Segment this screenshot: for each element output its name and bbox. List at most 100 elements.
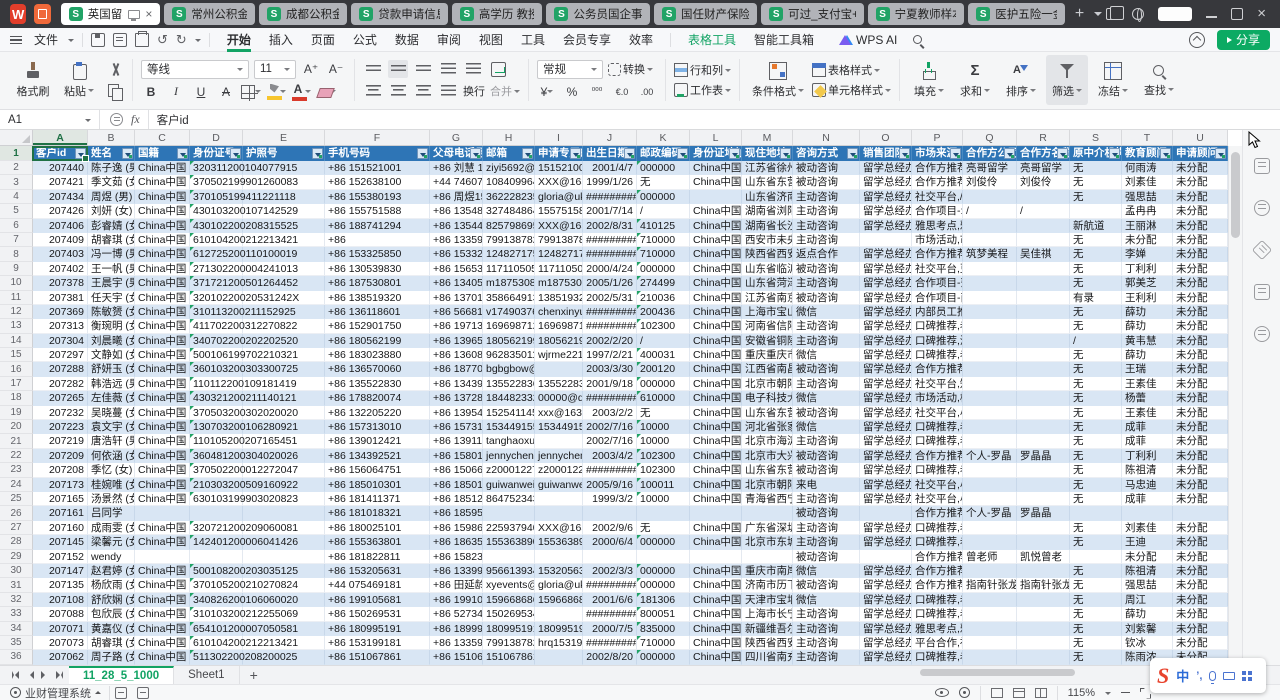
cell[interactable]: 100011 <box>637 478 690 492</box>
save-icon[interactable] <box>91 33 105 47</box>
cell[interactable]: +86 155363801 <box>325 535 430 549</box>
cell[interactable]: 207160 <box>33 521 88 535</box>
cell[interactable] <box>535 650 583 664</box>
cell[interactable]: China中国 <box>135 291 190 305</box>
cell[interactable]: 北京市海淀 <box>742 434 793 448</box>
cell[interactable]: / <box>637 204 690 218</box>
cell[interactable]: China中国 <box>690 650 742 664</box>
cell[interactable] <box>483 550 535 564</box>
cell[interactable]: 王利利 <box>1122 291 1173 305</box>
cell[interactable]: 无 <box>1070 521 1122 535</box>
cell[interactable]: 留学总经办 <box>860 478 912 492</box>
cell[interactable]: 市场活动,校 <box>912 391 963 405</box>
wps-ai-button[interactable]: WPS AI <box>831 33 905 47</box>
cell[interactable]: 李婵 <box>1122 247 1173 261</box>
cell[interactable]: 340826200106060020 <box>190 593 243 607</box>
cell[interactable]: 梁馨元 (女) <box>88 535 135 549</box>
cell[interactable]: 刘妍 (女) <box>88 204 135 218</box>
cell[interactable]: 山东省东营 <box>742 463 793 477</box>
cell[interactable]: 包欣辰 (女) <box>88 607 135 621</box>
row-number[interactable]: 9 <box>0 262 33 276</box>
cell[interactable] <box>535 550 583 564</box>
justify-button[interactable] <box>438 82 458 100</box>
cell[interactable]: 杨欣雨 (女) <box>88 578 135 592</box>
cell[interactable]: 207434 <box>33 190 88 204</box>
cell[interactable]: 合作方推荐 <box>912 247 963 261</box>
cell[interactable]: 何依涵 (女) <box>88 449 135 463</box>
cell[interactable]: 被动咨询 <box>793 362 860 376</box>
cell[interactable]: 370502199901260083 <box>190 175 243 189</box>
cell[interactable]: 207406 <box>33 219 88 233</box>
column-header-M[interactable]: M <box>742 130 793 145</box>
column-header-H[interactable]: H <box>483 130 535 145</box>
cell[interactable]: China中国 <box>690 348 742 362</box>
cell[interactable]: 610000 <box>637 391 690 405</box>
cell[interactable]: 口碑推荐,老 <box>912 521 963 535</box>
cell[interactable]: 无 <box>1070 348 1122 362</box>
cell[interactable]: 主动咨询 <box>793 650 860 664</box>
file-tab[interactable]: S可过_支付宝+_滴滴 <box>761 3 863 25</box>
file-tab[interactable]: S贷款申请信息.xlsx <box>351 3 448 25</box>
hamburger-icon[interactable] <box>10 36 22 44</box>
cell[interactable]: 3622282358 <box>483 190 535 204</box>
column-header-Q[interactable]: Q <box>963 130 1017 145</box>
upload-icon[interactable] <box>1189 32 1205 48</box>
file-tab[interactable]: S医护五险一金.xlsx <box>968 3 1065 25</box>
cell[interactable]: 无 <box>637 406 690 420</box>
cell[interactable]: 孟冉冉 <box>1122 204 1173 218</box>
cell[interactable]: 32010220020531242X <box>190 291 243 305</box>
cell[interactable]: 来电 <box>793 478 860 492</box>
cell[interactable]: 微信 <box>793 564 860 578</box>
cell[interactable]: v17490376 <box>483 305 535 319</box>
cell[interactable]: 207209 <box>33 449 88 463</box>
cell[interactable]: China中国 <box>690 305 742 319</box>
cell[interactable]: +86 18501030983 <box>430 478 483 492</box>
row-number[interactable]: 18 <box>0 391 33 405</box>
cell[interactable]: 未分配 <box>1173 463 1228 477</box>
thousand-separator-button[interactable]: ⁰⁰⁰ <box>587 83 607 101</box>
row-number[interactable]: 8 <box>0 247 33 261</box>
cell[interactable]: 凯悦曾老 <box>1017 550 1070 564</box>
cell[interactable]: +86 刘慧 137052 <box>430 161 483 175</box>
cell[interactable]: China中国 <box>135 636 190 650</box>
cell[interactable]: 410125 <box>637 219 690 233</box>
file-tab[interactable]: S成都公积金.xlsx <box>259 3 347 25</box>
cell[interactable]: 山东省东营 <box>742 175 793 189</box>
cell[interactable]: 未分配 <box>1173 521 1228 535</box>
column-header-U[interactable]: U <box>1173 130 1228 145</box>
cell[interactable]: 207073 <box>33 636 88 650</box>
cell[interactable]: 1809951911 <box>535 622 583 636</box>
cell[interactable]: ######### <box>583 607 637 621</box>
cell[interactable]: China中国 <box>135 233 190 247</box>
cell[interactable]: 未分配 <box>1173 406 1228 420</box>
cell[interactable]: 被动咨询 <box>793 449 860 463</box>
cell[interactable]: 7991387827 <box>535 233 583 247</box>
cell[interactable]: 864752343 <box>483 492 535 506</box>
cell[interactable]: +86 15801565911 <box>430 449 483 463</box>
cell[interactable]: 内部员工推 <box>912 305 963 319</box>
cell[interactable]: +86 199105681 <box>325 593 430 607</box>
row-number[interactable]: 2 <box>0 161 33 175</box>
cell[interactable] <box>963 650 1017 664</box>
cell[interactable]: China中国 <box>690 420 742 434</box>
cell[interactable]: 207313 <box>33 319 88 333</box>
cell[interactable]: 1696987121 <box>483 319 535 333</box>
cell[interactable]: 102300 <box>637 463 690 477</box>
cell[interactable]: 1596686861 <box>535 593 583 607</box>
cell[interactable]: 1805621991 <box>535 334 583 348</box>
cell[interactable]: 207440 <box>33 161 88 175</box>
cell[interactable]: 湖南省浏阳 <box>742 204 793 218</box>
cell[interactable]: 北京市大兴 <box>742 449 793 463</box>
cell[interactable] <box>535 492 583 506</box>
cell[interactable]: 207265 <box>33 391 88 405</box>
cell[interactable]: China中国 <box>690 175 742 189</box>
cell[interactable]: 留学总经办 <box>860 636 912 650</box>
align-center-button[interactable] <box>388 82 408 100</box>
cell[interactable] <box>243 506 325 520</box>
filter-dropdown-icon[interactable] <box>899 148 910 159</box>
cell[interactable]: 被动咨询 <box>793 161 860 175</box>
cell[interactable]: 主动咨询 <box>793 219 860 233</box>
menu-item-效率[interactable]: 效率 <box>620 28 662 52</box>
cell[interactable] <box>1017 348 1070 362</box>
clear-format-button[interactable] <box>316 83 336 101</box>
